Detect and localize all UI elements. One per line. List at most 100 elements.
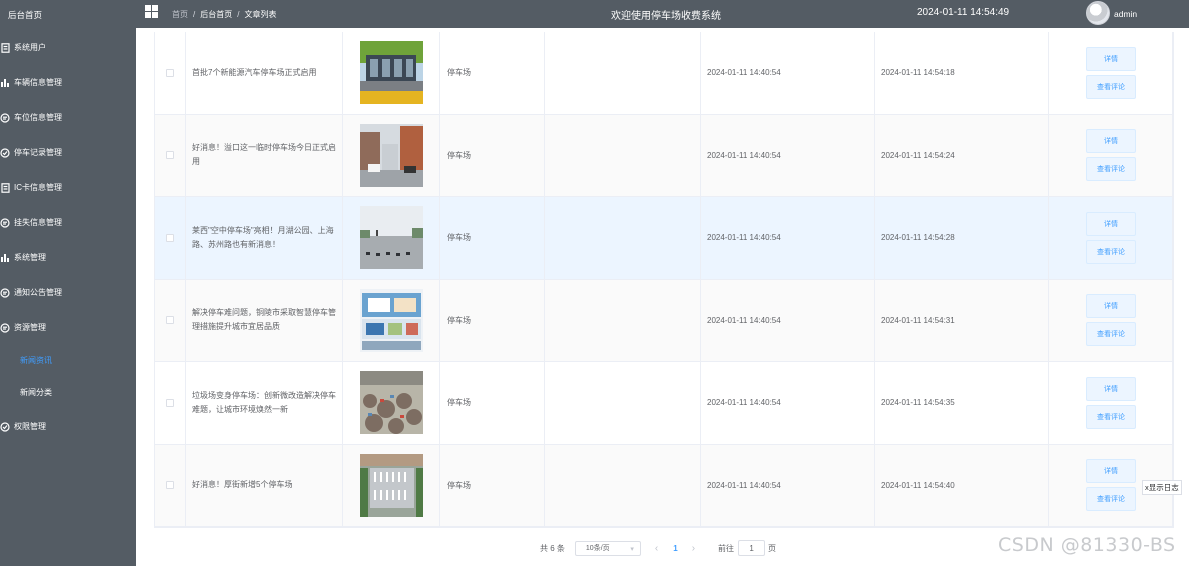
row-checkbox-cell xyxy=(155,197,186,279)
main-content: 首批7个新能源汽车停车场正式启用 停车场 2024-01-11 14:40:54… xyxy=(136,28,1189,566)
empty-cell xyxy=(545,32,701,114)
detail-button[interactable]: 详情 xyxy=(1086,459,1136,484)
page-size-select[interactable]: 10条/页 ▾ xyxy=(574,540,641,556)
goto-label: 前往 xyxy=(718,543,735,553)
updated-time-cell: 2024-01-11 14:54:35 xyxy=(875,362,1049,444)
chat-icon xyxy=(0,287,10,298)
empty-cell xyxy=(545,362,701,444)
avatar[interactable] xyxy=(1086,1,1110,25)
row-checkbox[interactable] xyxy=(166,316,174,325)
table-row: 好消息！厚街新增5个停车场 停车场 2024-01-11 14:40:54 20… xyxy=(155,444,1173,527)
check-circle-icon xyxy=(0,147,10,158)
category-cell: 停车场 xyxy=(440,279,545,361)
datetime-display: 2024-01-11 14:54:49 xyxy=(917,7,1010,18)
check-circle-icon xyxy=(0,421,10,432)
category-cell: 停车场 xyxy=(440,32,545,114)
street-parking-photo[interactable] xyxy=(359,123,423,187)
table-row: 首批7个新能源汽车停车场正式启用 停车场 2024-01-11 14:40:54… xyxy=(155,32,1173,115)
sidebar-home[interactable]: 后台首页 xyxy=(0,0,136,30)
sidebar-item-2[interactable]: 车位信息管理 xyxy=(0,100,136,135)
created-time-cell: 2024-01-11 14:40:54 xyxy=(701,362,875,444)
row-checkbox[interactable] xyxy=(166,151,174,160)
system-title: 欢迎使用停车场收费系统 xyxy=(611,11,721,22)
sidebar-item-7[interactable]: 通知公告管理 xyxy=(0,275,136,310)
document-icon xyxy=(0,42,10,53)
chat-icon xyxy=(0,112,10,123)
actions-cell: 详情 查看评论 xyxy=(1049,197,1173,279)
username[interactable]: admin xyxy=(1114,9,1137,19)
breadcrumb-home[interactable]: 首页 xyxy=(172,10,188,19)
row-checkbox-cell xyxy=(155,279,186,361)
sidebar-item-label: 系统用户 xyxy=(14,43,46,52)
actions-cell: 详情 查看评论 xyxy=(1049,32,1173,114)
empty-cell xyxy=(545,114,701,196)
garbage-site-photo[interactable] xyxy=(359,371,423,435)
sidebar-item-1[interactable]: 车辆信息管理 xyxy=(0,65,136,100)
detail-button[interactable]: 详情 xyxy=(1086,211,1136,236)
next-page-button[interactable]: › xyxy=(692,543,695,554)
view-comments-button[interactable]: 查看评论 xyxy=(1086,487,1136,512)
view-comments-button[interactable]: 查看评论 xyxy=(1086,322,1136,347)
actions-cell: 详情 查看评论 xyxy=(1049,279,1173,361)
detail-button[interactable]: 详情 xyxy=(1086,46,1136,71)
sidebar-item-permissions[interactable]: 权限管理 xyxy=(0,409,136,444)
breadcrumb-current: 文章列表 xyxy=(244,10,277,19)
image-cell xyxy=(343,444,440,526)
aerial-parking-photo[interactable] xyxy=(359,453,423,517)
category-cell: 停车场 xyxy=(440,444,545,526)
image-cell xyxy=(343,32,440,114)
sidebar-item-5[interactable]: 挂失信息管理 xyxy=(0,205,136,240)
row-checkbox[interactable] xyxy=(166,233,174,242)
parking-lot-photo[interactable] xyxy=(359,41,423,105)
sidebar-item-3[interactable]: 停车记录管理 xyxy=(0,135,136,170)
created-time-cell: 2024-01-11 14:40:54 xyxy=(701,279,875,361)
row-checkbox[interactable] xyxy=(166,398,174,407)
sidebar-item-label: 停车记录管理 xyxy=(14,148,62,157)
updated-time-cell: 2024-01-11 14:54:40 xyxy=(875,444,1049,526)
view-comments-button[interactable]: 查看评论 xyxy=(1086,157,1136,182)
menu-grid-icon[interactable] xyxy=(145,5,158,18)
watermark: CSDN @81330-BS xyxy=(998,534,1176,556)
empty-cell xyxy=(545,197,701,279)
breadcrumb: 首页 / 后台首页 / 文章列表 xyxy=(172,10,277,19)
sidebar-item-4[interactable]: IC卡信息管理 xyxy=(0,170,136,205)
table-row: 好消息！溢口这一临时停车场今日正式启用 停车场 2024-01-11 14:40… xyxy=(155,114,1173,197)
created-time-cell: 2024-01-11 14:40:54 xyxy=(701,32,875,114)
sidebar-item-6[interactable]: 系统管理 xyxy=(0,240,136,275)
sidebar-item-label: 通知公告管理 xyxy=(14,288,62,297)
row-checkbox-cell xyxy=(155,32,186,114)
category-cell: 停车场 xyxy=(440,114,545,196)
bar-chart-icon xyxy=(0,78,10,88)
category-cell: 停车场 xyxy=(440,362,545,444)
image-cell xyxy=(343,197,440,279)
view-comments-button[interactable]: 查看评论 xyxy=(1086,404,1136,429)
goto-page-input[interactable]: 1 xyxy=(738,540,766,556)
title-cell: 解决停车难问题，铜陵市采取智慧停车管理措施提升城市宜居品质 xyxy=(186,279,343,361)
sidebar-item-0[interactable]: 系统用户 xyxy=(0,30,136,65)
bar-chart-icon xyxy=(0,253,10,263)
table-row: 垃圾场变身停车场：创新微改造解决停车难题，让城市环境焕然一新 停车场 2024-… xyxy=(155,362,1173,445)
page-number[interactable]: 1 xyxy=(673,544,677,553)
view-comments-button[interactable]: 查看评论 xyxy=(1086,74,1136,99)
prev-page-button[interactable]: ‹ xyxy=(655,543,658,554)
detail-button[interactable]: 详情 xyxy=(1086,376,1136,401)
chat-icon xyxy=(0,217,10,228)
article-table: 首批7个新能源汽车停车场正式启用 停车场 2024-01-11 14:40:54… xyxy=(154,32,1174,528)
actions-cell: 详情 查看评论 xyxy=(1049,362,1173,444)
detail-button[interactable]: 详情 xyxy=(1086,294,1136,319)
chevron-down-icon: ▾ xyxy=(630,545,634,553)
sidebar-item-label: 车位信息管理 xyxy=(14,113,62,122)
view-comments-button[interactable]: 查看评论 xyxy=(1086,239,1136,264)
breadcrumb-dashboard[interactable]: 后台首页 xyxy=(200,10,232,19)
plaza-parking-photo[interactable] xyxy=(359,206,423,270)
row-checkbox[interactable] xyxy=(166,481,174,490)
detail-button[interactable]: 详情 xyxy=(1086,129,1136,154)
top-bar: 首页 / 后台首页 / 文章列表 欢迎使用停车场收费系统 2024-01-11 14:5… xyxy=(136,0,1189,28)
sidebar-item-8[interactable]: 资源管理 xyxy=(0,310,136,345)
show-log-toggle[interactable]: x显示日志 xyxy=(1142,480,1182,495)
row-checkbox-cell xyxy=(155,362,186,444)
exhibition-board-photo[interactable] xyxy=(359,288,423,352)
row-checkbox[interactable] xyxy=(166,68,174,77)
sidebar-subitem-1[interactable]: 新闻分类 xyxy=(0,377,136,409)
sidebar-subitem-0[interactable]: 新闻资讯 xyxy=(0,345,136,377)
